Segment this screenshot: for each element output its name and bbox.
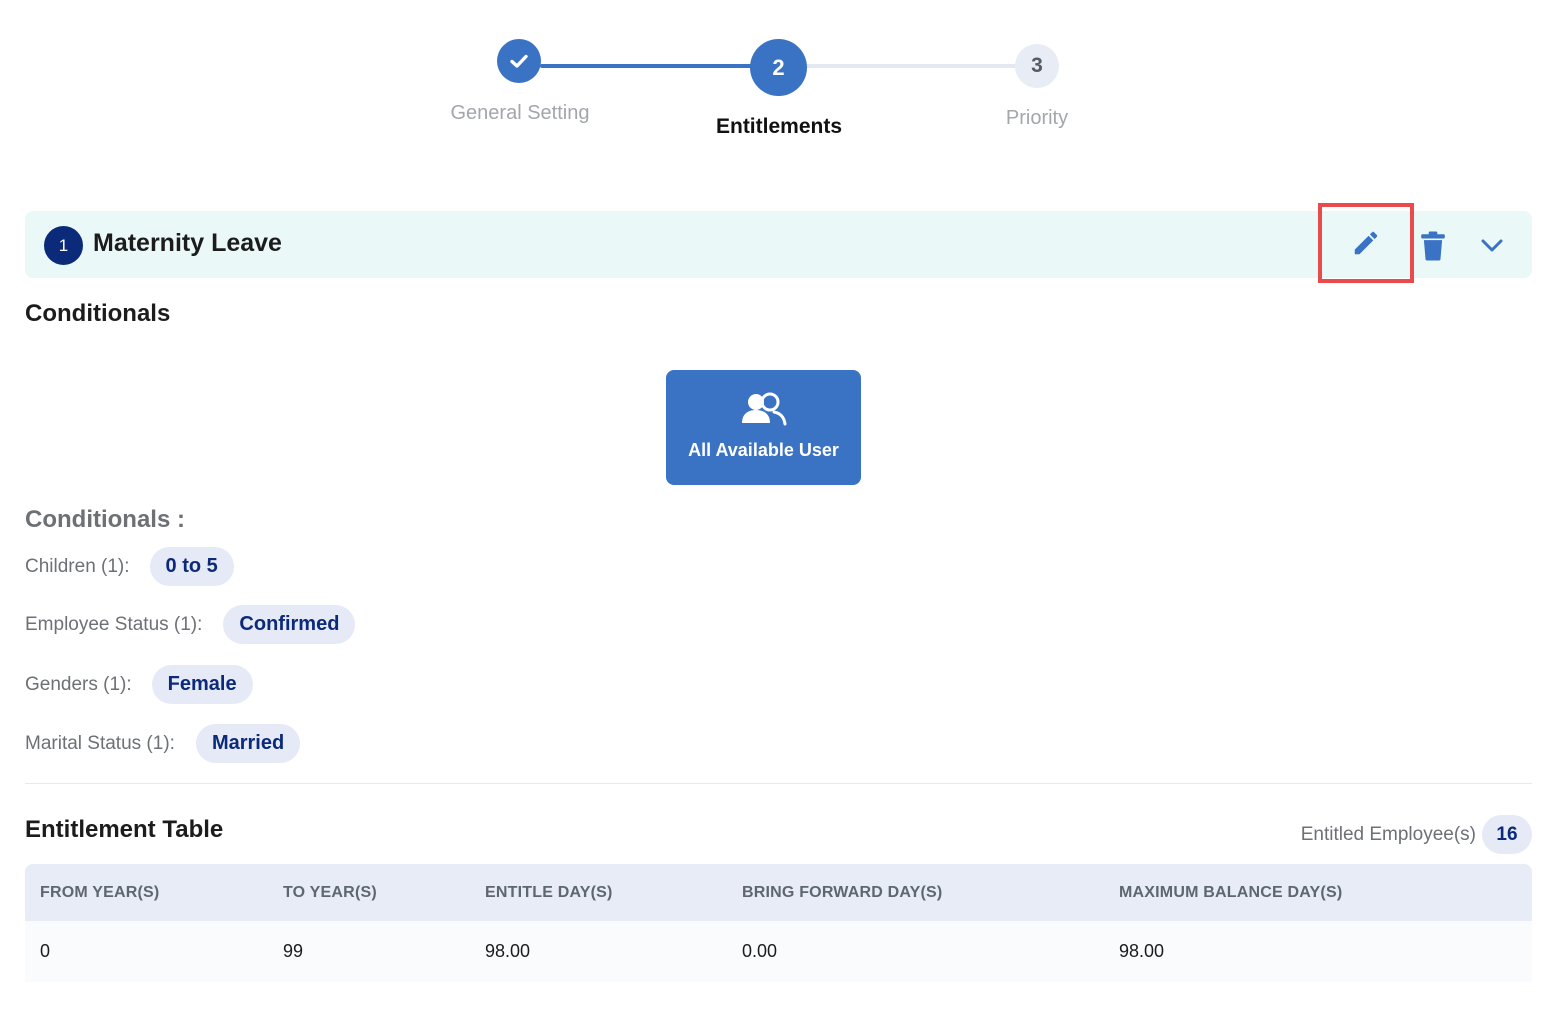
leave-header: 1 Maternity Leave [25, 203, 1532, 283]
users-icon [741, 392, 786, 426]
table-cell-bring-forward-days: 0.00 [742, 941, 778, 961]
condition-chip: Female [151, 665, 253, 704]
condition-chip: 0 to 5 [149, 547, 234, 586]
pencil-icon [1354, 231, 1378, 255]
condition-label: Employee Status (1): [25, 613, 203, 635]
column-header-from-years: FROM YEAR(S) [40, 883, 160, 901]
entitlement-table: FROM YEAR(S) TO YEAR(S) ENTITLE DAY(S) B… [25, 864, 1532, 982]
column-header-maximum-balance-days: MAXIMUM BALANCE DAY(S) [1119, 883, 1343, 901]
step-1-circle[interactable] [497, 39, 541, 83]
conditionals-subtitle: Conditionals : [25, 506, 185, 533]
edit-button[interactable] [1318, 203, 1414, 283]
stepper-line-completed [540, 64, 752, 68]
section-divider [25, 783, 1532, 784]
condition-row-marital-status: Marital Status (1): Married [25, 724, 301, 763]
entitlement-table-title: Entitlement Table [25, 816, 224, 843]
leave-index-badge: 1 [44, 226, 83, 265]
stepper: 2 3 General Setting Entitlements Priorit… [0, 0, 1554, 160]
condition-row-children: Children (1): 0 to 5 [25, 547, 234, 586]
delete-button[interactable] [1413, 226, 1453, 266]
condition-label: Genders (1): [25, 673, 132, 695]
expand-button[interactable] [1472, 226, 1512, 266]
step-2-circle[interactable]: 2 [750, 39, 807, 96]
column-header-bring-forward-days: BRING FORWARD DAY(S) [742, 883, 943, 901]
check-icon [510, 54, 528, 68]
step-1-label[interactable]: General Setting [420, 102, 620, 125]
step-3-circle[interactable]: 3 [1015, 44, 1059, 88]
table-row: 0 99 98.00 0.00 98.00 [25, 921, 1532, 982]
table-cell-entitle-days: 98.00 [485, 941, 531, 961]
step-3-label[interactable]: Priority [937, 107, 1137, 130]
entitled-employees-count[interactable]: 16 [1482, 815, 1532, 854]
step-2-label[interactable]: Entitlements [679, 115, 879, 139]
table-cell-to-years: 99 [283, 941, 304, 961]
trash-icon [1421, 231, 1445, 261]
stepper-line-pending [805, 64, 1017, 68]
condition-label: Children (1): [25, 555, 130, 577]
table-cell-from-years: 0 [40, 941, 51, 961]
condition-row-employee-status: Employee Status (1): Confirmed [25, 605, 356, 644]
conditionals-title: Conditionals [25, 300, 171, 327]
table-header-row: FROM YEAR(S) TO YEAR(S) ENTITLE DAY(S) B… [25, 864, 1532, 921]
all-available-user-label: All Available User [688, 440, 839, 460]
entitled-employees-label: Entitled Employee(s) [1300, 823, 1476, 845]
table-cell-maximum-balance-days: 98.00 [1119, 941, 1165, 961]
condition-row-genders: Genders (1): Female [25, 665, 253, 704]
column-header-entitle-days: ENTITLE DAY(S) [485, 883, 613, 901]
chevron-down-icon [1481, 239, 1503, 252]
column-header-to-years: TO YEAR(S) [283, 883, 377, 901]
condition-chip: Married [195, 724, 301, 763]
condition-chip: Confirmed [223, 605, 356, 644]
condition-label: Marital Status (1): [25, 732, 175, 754]
leave-title: Maternity Leave [93, 229, 282, 257]
all-available-user-card[interactable]: All Available User [666, 370, 861, 485]
entitled-employees: Entitled Employee(s) 16 [1301, 815, 1532, 854]
